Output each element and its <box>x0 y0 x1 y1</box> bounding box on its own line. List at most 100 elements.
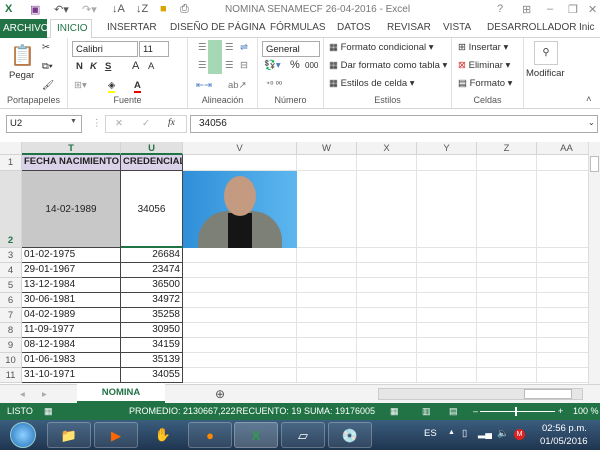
format-button[interactable]: ▤ Formato ▾ <box>458 78 512 89</box>
align-right-icon[interactable]: ☰ <box>225 60 234 71</box>
empty-cell[interactable] <box>297 171 357 248</box>
notepad-icon[interactable]: ▱ <box>281 422 325 448</box>
decimal-icon[interactable]: ⁺⁰ ⁰⁰ <box>266 80 282 89</box>
empty-cell[interactable] <box>183 278 297 293</box>
row-header[interactable]: 4 <box>0 263 22 278</box>
column-header[interactable]: W <box>297 142 357 155</box>
empty-cell[interactable] <box>477 248 537 263</box>
column-header[interactable]: X <box>357 142 417 155</box>
conditional-format-button[interactable]: ▦ Formato condicional ▾ <box>329 42 434 53</box>
empty-cell[interactable] <box>183 308 297 323</box>
bold-button[interactable]: N <box>76 61 83 72</box>
empty-cell[interactable] <box>297 293 357 308</box>
empty-cell[interactable] <box>537 263 588 278</box>
column-header[interactable]: Y <box>417 142 477 155</box>
help-button[interactable]: ? <box>497 3 503 15</box>
align-left-icon[interactable]: ☰ <box>198 60 207 71</box>
ribbon-options-button[interactable]: ⊞ <box>522 3 531 16</box>
empty-cell[interactable] <box>537 293 588 308</box>
column-header[interactable]: V <box>183 142 297 155</box>
app-glove-icon[interactable]: ✋ <box>141 422 185 448</box>
empty-cell[interactable] <box>357 263 417 278</box>
date-cell[interactable]: 08-12-1984 <box>22 338 121 353</box>
date-cell[interactable]: 30-06-1981 <box>22 293 121 308</box>
credential-cell[interactable]: 26684 <box>121 248 183 263</box>
tab-revisar[interactable]: REVISAR <box>387 22 431 33</box>
empty-cell[interactable] <box>183 338 297 353</box>
cut-icon[interactable]: ✂ <box>42 42 50 53</box>
zoom-slider-thumb[interactable] <box>515 407 517 416</box>
empty-cell[interactable] <box>297 278 357 293</box>
zoom-out-button[interactable]: – <box>473 406 478 416</box>
empty-cell[interactable] <box>417 323 477 338</box>
date-cell[interactable]: 14-02-1989 <box>22 171 121 248</box>
credential-cell-selected[interactable]: 34056 <box>121 171 183 248</box>
row-header[interactable]: 10 <box>0 353 22 368</box>
zoom-slider[interactable] <box>480 411 555 412</box>
row-header[interactable]: 11 <box>0 368 22 383</box>
format-painter-icon[interactable]: 🖌 <box>42 80 54 91</box>
number-format-select[interactable]: General <box>262 41 320 57</box>
empty-cell[interactable] <box>537 171 588 248</box>
sort-desc-icon[interactable]: ↓Z <box>136 3 148 15</box>
empty-cell[interactable] <box>183 155 297 171</box>
empty-cell[interactable] <box>477 323 537 338</box>
tray-arrow-icon[interactable]: ▲ <box>448 429 455 436</box>
volume-icon[interactable]: 🔈 <box>497 428 509 439</box>
vertical-scrollbar[interactable] <box>588 142 600 384</box>
prev-sheet-icon[interactable]: ◂ <box>20 389 25 400</box>
empty-cell[interactable] <box>417 263 477 278</box>
empty-cell[interactable] <box>183 323 297 338</box>
credential-cell[interactable]: 35139 <box>121 353 183 368</box>
empty-cell[interactable] <box>477 353 537 368</box>
empty-cell[interactable] <box>537 155 588 171</box>
align-bottom-icon[interactable]: ☰ <box>225 42 234 53</box>
tab-inicio[interactable]: INICIO <box>50 19 92 39</box>
zoom-level[interactable]: 100 % <box>573 406 599 416</box>
insert-function-button[interactable]: fx <box>168 118 175 128</box>
row-header[interactable]: 2 <box>0 171 22 248</box>
empty-cell[interactable] <box>417 353 477 368</box>
align-middle-icon[interactable] <box>208 40 222 74</box>
column-header[interactable]: Z <box>477 142 537 155</box>
normal-view-icon[interactable]: ▦ <box>390 406 399 417</box>
row-header[interactable]: 1 <box>0 155 22 171</box>
grow-font-button[interactable]: A <box>132 60 139 72</box>
tab-vista[interactable]: VISTA <box>443 22 471 33</box>
paste-button[interactable]: Pegar <box>9 70 34 81</box>
column-header[interactable]: T <box>22 142 121 155</box>
row-header[interactable]: 5 <box>0 278 22 293</box>
enter-button[interactable]: ✓ <box>142 118 150 129</box>
empty-cell[interactable] <box>357 323 417 338</box>
wrap-text-icon[interactable]: ⇌ <box>240 42 248 53</box>
row-header[interactable]: 6 <box>0 293 22 308</box>
date-cell[interactable]: 11-09-1977 <box>22 323 121 338</box>
horizontal-scroll-thumb[interactable] <box>524 389 572 399</box>
empty-cell[interactable] <box>537 248 588 263</box>
empty-cell[interactable] <box>477 338 537 353</box>
empty-cell[interactable] <box>297 155 357 171</box>
empty-cell[interactable] <box>297 308 357 323</box>
antivirus-icon[interactable]: M <box>514 429 525 440</box>
empty-cell[interactable] <box>417 171 477 248</box>
empty-cell[interactable] <box>477 278 537 293</box>
merge-icon[interactable]: ⊟ <box>240 60 248 71</box>
empty-cell[interactable] <box>357 353 417 368</box>
tab-formulas[interactable]: FÓRMULAS <box>270 22 326 33</box>
italic-button[interactable]: K <box>90 61 97 72</box>
zoom-in-button[interactable]: + <box>558 406 563 416</box>
row-header[interactable]: 7 <box>0 308 22 323</box>
credential-cell[interactable]: 30950 <box>121 323 183 338</box>
collapse-ribbon-icon[interactable]: ˄ <box>586 94 592 105</box>
excel-taskbar-icon[interactable]: X <box>234 422 278 448</box>
select-all-corner[interactable] <box>0 142 22 155</box>
restore-button[interactable]: ❐ <box>568 3 578 16</box>
empty-cell[interactable] <box>357 368 417 383</box>
credential-cell[interactable]: 36500 <box>121 278 183 293</box>
empty-cell[interactable] <box>477 263 537 278</box>
row-header[interactable]: 9 <box>0 338 22 353</box>
empty-cell[interactable] <box>297 263 357 278</box>
thousands-button[interactable]: 000 <box>305 61 318 70</box>
empty-cell[interactable] <box>537 353 588 368</box>
empty-cell[interactable] <box>183 293 297 308</box>
